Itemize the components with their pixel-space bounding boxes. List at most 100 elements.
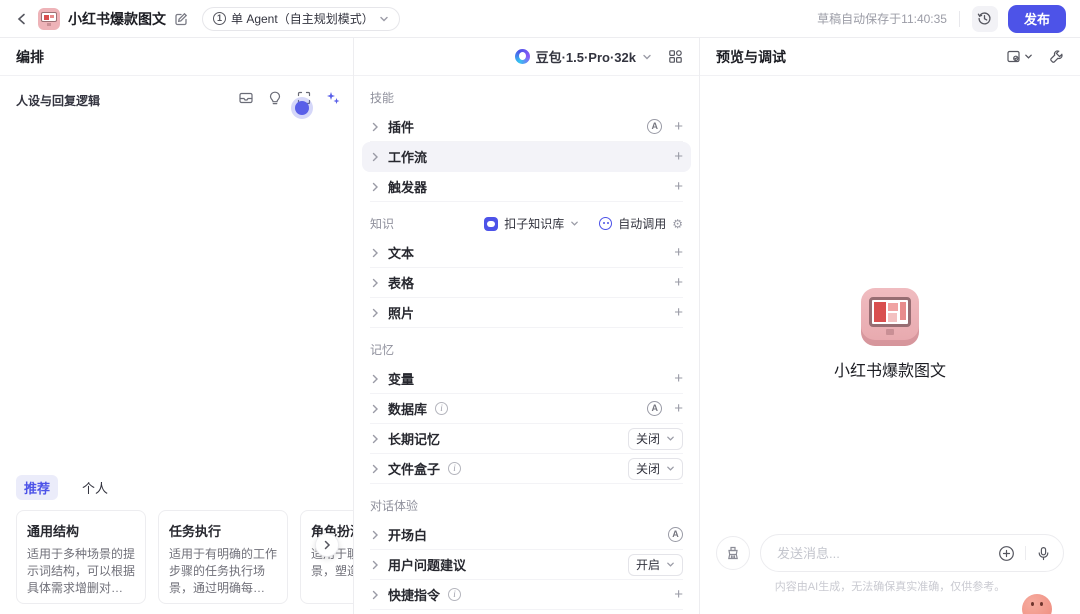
next-cards-arrow[interactable] <box>315 533 339 557</box>
auto-invoke-icon[interactable]: A <box>647 119 663 134</box>
publish-button[interactable]: 发布 <box>1007 4 1066 33</box>
clear-context-icon[interactable] <box>716 536 750 570</box>
add-shortcut-button[interactable]: + <box>674 587 683 602</box>
template-cards: 通用结构 适用于多种场景的提示词结构，可以根据具体需求增删对应模块 任务执行 适… <box>16 510 353 604</box>
prompt-library-icon[interactable] <box>238 90 254 106</box>
chevron-down-icon <box>667 466 674 471</box>
row-workflows[interactable]: 工作流 + <box>362 142 691 172</box>
recall-mode-selector[interactable]: 自动调用 <box>618 215 666 232</box>
assistant-mascot[interactable] <box>1022 594 1052 614</box>
layout-config-icon[interactable] <box>668 49 683 64</box>
row-shortcuts[interactable]: 快捷指令 i + <box>370 580 683 610</box>
model-selector[interactable]: 豆包·1.5·Pro·32k <box>514 47 652 66</box>
bot-hero: 小红书爆款图文 <box>700 288 1080 381</box>
debug-wrench-icon[interactable] <box>1049 49 1064 64</box>
memory-section-title: 记忆 <box>370 343 395 357</box>
suggested-questions-select[interactable]: 开启 <box>627 553 683 576</box>
persona-logic-title: 人设与回复逻辑 <box>16 94 101 108</box>
chevron-right-icon <box>372 590 378 599</box>
orchestration-header: 编排 <box>0 38 353 76</box>
add-plugin-button[interactable]: + <box>674 119 683 134</box>
longterm-memory-select[interactable]: 关闭 <box>627 427 683 450</box>
knowledge-section-title: 知识 扣子知识库 自动调用 ⚙ <box>370 215 683 232</box>
edit-title-icon[interactable] <box>174 12 188 26</box>
message-input-pill <box>760 534 1064 572</box>
fullscreen-icon[interactable] <box>295 90 312 115</box>
nl2prompt-icon[interactable] <box>267 90 283 106</box>
autosave-status: 草稿自动保存于11:40:35 <box>817 12 947 26</box>
config-panel: 豆包·1.5·Pro·32k 技能 插件 A + 工作流 + 触发器 + 知识 … <box>354 38 700 614</box>
row-plugins[interactable]: 插件 A + <box>370 112 683 142</box>
template-card-roleplay[interactable]: 角色扮演 适用于聊天娱乐场景，塑造个性化… <box>300 510 353 604</box>
info-icon: i <box>448 588 462 601</box>
chevron-down-icon <box>643 54 651 59</box>
card-title: 通用结构 <box>27 524 80 539</box>
version-history-icon[interactable] <box>971 5 998 32</box>
attach-plus-icon[interactable] <box>998 545 1015 562</box>
add-variable-button[interactable]: + <box>674 371 683 386</box>
orchestration-title: 编排 <box>16 48 44 65</box>
template-card-general[interactable]: 通用结构 适用于多种场景的提示词结构，可以根据具体需求增删对应模块 <box>16 510 146 604</box>
chevron-right-icon <box>372 152 378 161</box>
row-database[interactable]: 数据库 i A + <box>370 394 683 424</box>
top-bar: 小红书爆款图文 1 单 Agent（自主规划模式） 草稿自动保存于11:40:3… <box>0 0 1080 38</box>
row-longterm-memory[interactable]: 长期记忆 关闭 <box>370 424 683 454</box>
auto-recall-icon <box>599 217 613 230</box>
preview-header: 预览与调试 <box>700 38 1080 76</box>
filebox-select[interactable]: 关闭 <box>627 457 683 480</box>
row-triggers[interactable]: 触发器 + <box>370 172 683 202</box>
info-icon: i <box>448 462 462 475</box>
chevron-right-icon <box>372 308 378 317</box>
agent-mode-selector[interactable]: 1 单 Agent（自主规划模式） <box>202 6 400 31</box>
message-input[interactable] <box>777 545 988 561</box>
add-trigger-button[interactable]: + <box>674 179 683 194</box>
onboarding-hint-dot[interactable] <box>295 101 309 115</box>
add-text-knowledge-button[interactable]: + <box>674 245 683 260</box>
voice-mic-icon[interactable] <box>1036 546 1051 561</box>
row-table-knowledge[interactable]: 表格 + <box>370 268 683 298</box>
chevron-right-icon <box>372 464 378 473</box>
info-icon: i <box>435 402 449 415</box>
coze-kb-icon <box>484 216 499 231</box>
kb-selector[interactable]: 扣子知识库 <box>504 215 564 232</box>
chevron-down-icon <box>571 221 579 226</box>
chevron-right-icon <box>372 122 378 131</box>
row-suggested-questions[interactable]: 用户问题建议 开启 <box>370 550 683 580</box>
row-filebox[interactable]: 文件盒子 i 关闭 <box>370 454 683 484</box>
chevron-right-icon <box>372 530 378 539</box>
card-desc: 适用于多种场景的提示词结构，可以根据具体需求增删对应模块 <box>27 547 135 595</box>
model-label: 豆包·1.5·Pro·32k <box>535 50 636 65</box>
add-table-knowledge-button[interactable]: + <box>674 275 683 290</box>
orchestration-panel: 编排 人设与回复逻辑 推荐 个人 通用结构 适用于多种场景的提示词结构，可以根据… <box>0 38 354 614</box>
divider <box>958 10 960 27</box>
chevron-right-icon <box>372 248 378 257</box>
chevron-right-icon <box>372 560 378 569</box>
page-title: 小红书爆款图文 <box>68 10 166 27</box>
add-workflow-button[interactable]: + <box>674 149 683 164</box>
auto-generate-icon[interactable]: A <box>668 527 683 542</box>
chevron-down-icon <box>667 562 674 567</box>
auto-invoke-icon[interactable]: A <box>647 401 663 416</box>
tab-personal[interactable]: 个人 <box>74 475 116 500</box>
row-opening-dialog[interactable]: 开场白 A <box>370 520 683 550</box>
row-photo-knowledge[interactable]: 照片 + <box>370 298 683 328</box>
bot-avatar-small <box>38 7 60 30</box>
chat-input-area <box>700 534 1080 572</box>
template-card-task[interactable]: 任务执行 适用于有明确的工作步骤的任务执行场景，通过明确每一步骤的工作要求… <box>158 510 288 604</box>
chevron-right-icon <box>372 278 378 287</box>
back-icon[interactable] <box>12 9 32 29</box>
chevron-down-icon <box>1025 54 1032 59</box>
chevron-down-icon <box>380 16 388 21</box>
tab-recommended[interactable]: 推荐 <box>16 475 59 500</box>
config-body: 技能 插件 A + 工作流 + 触发器 + 知识 扣子知识库 自动调用 ⚙ 文本… <box>354 76 699 614</box>
ai-optimize-sparkle-icon[interactable] <box>325 90 341 106</box>
gear-icon[interactable]: ⚙ <box>672 217 683 231</box>
row-variables[interactable]: 变量 + <box>370 364 683 394</box>
prompt-template-section: 推荐 个人 通用结构 适用于多种场景的提示词结构，可以根据具体需求增删对应模块 … <box>0 475 353 614</box>
row-text-knowledge[interactable]: 文本 + <box>370 238 683 268</box>
chevron-down-icon <box>667 436 674 441</box>
add-photo-knowledge-button[interactable]: + <box>674 305 683 320</box>
preview-mode-icon[interactable] <box>1006 49 1033 64</box>
chevron-right-icon <box>372 182 378 191</box>
add-database-button[interactable]: + <box>674 401 683 416</box>
